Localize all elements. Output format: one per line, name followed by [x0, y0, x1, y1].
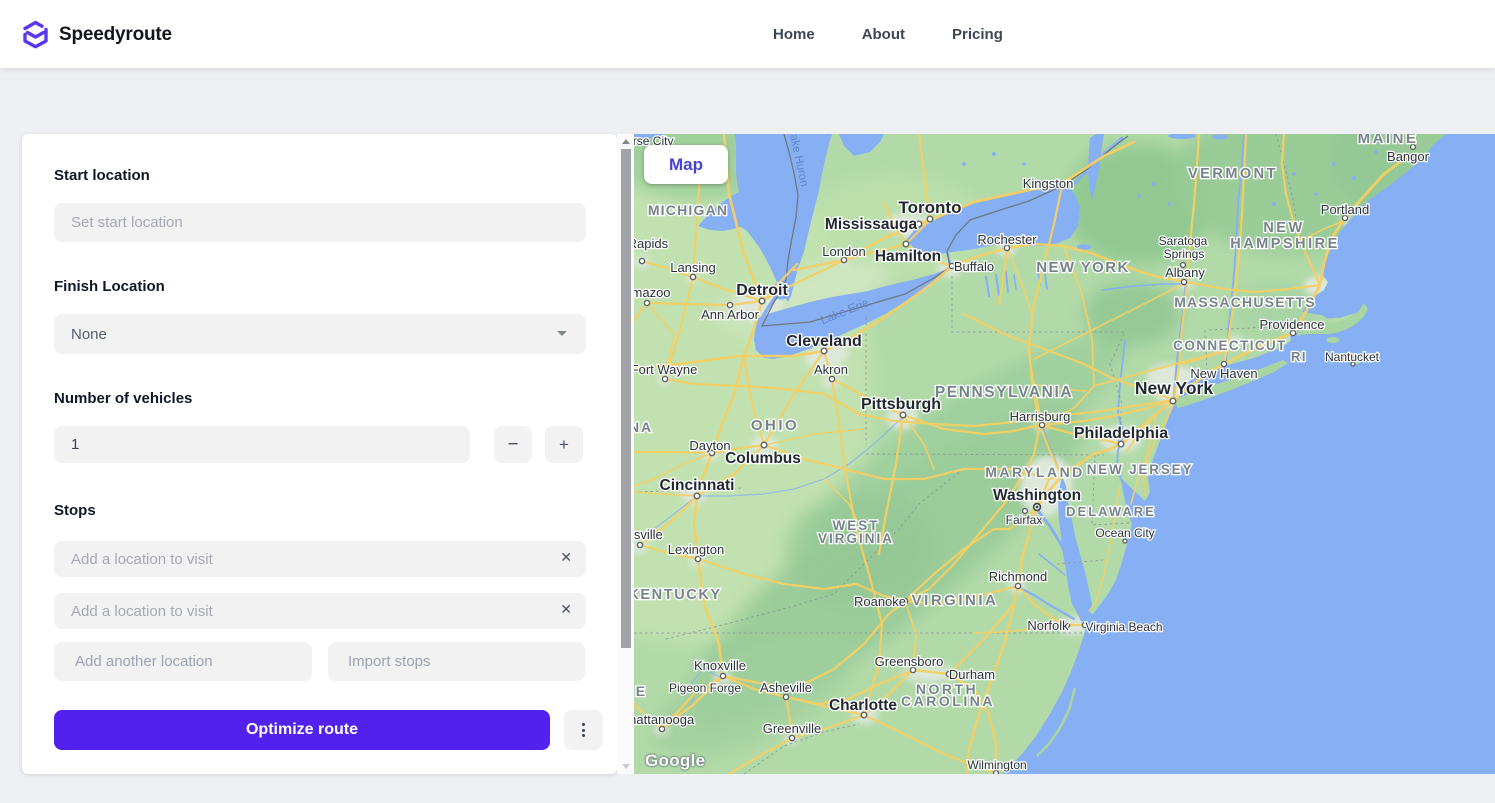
svg-text:CAROLINA: CAROLINA: [901, 693, 995, 709]
svg-text:Pigeon Forge: Pigeon Forge: [669, 681, 741, 695]
svg-text:Portland: Portland: [1321, 202, 1369, 217]
svg-text:Fairfax: Fairfax: [1006, 513, 1043, 527]
svg-text:Durham: Durham: [949, 667, 995, 682]
svg-text:Hamilton: Hamilton: [875, 248, 941, 265]
svg-text:Cincinnati: Cincinnati: [660, 477, 735, 494]
svg-text:VERMONT: VERMONT: [1188, 166, 1278, 182]
svg-text:Knoxville: Knoxville: [694, 658, 746, 673]
svg-text:PENNSYLVANIA: PENNSYLVANIA: [935, 384, 1073, 401]
svg-text:Lexington: Lexington: [668, 542, 724, 557]
svg-text:Kingston: Kingston: [1023, 176, 1074, 191]
svg-text:NEW: NEW: [1263, 220, 1304, 236]
svg-text:Providence: Providence: [1259, 317, 1324, 332]
svg-text:Lansing: Lansing: [670, 260, 716, 275]
svg-text:Norfolk: Norfolk: [1027, 618, 1069, 633]
svg-text:KENTUCKY: KENTUCKY: [634, 587, 722, 603]
svg-text:Chattanooga: Chattanooga: [634, 712, 695, 727]
svg-text:Pittsburgh: Pittsburgh: [861, 396, 941, 413]
svg-text:Albany: Albany: [1165, 265, 1205, 280]
svg-text:Richmond: Richmond: [989, 569, 1048, 584]
svg-text:RI: RI: [1291, 349, 1307, 364]
svg-text:Akron: Akron: [814, 362, 848, 377]
svg-text:MAINE: MAINE: [1358, 134, 1419, 147]
svg-text:Fort Wayne: Fort Wayne: [634, 362, 697, 377]
svg-text:Toronto: Toronto: [899, 198, 962, 217]
svg-text:CONNECTICUT: CONNECTICUT: [1173, 338, 1287, 353]
svg-text:Roanoke: Roanoke: [854, 594, 906, 609]
svg-text:NEW JERSEY: NEW JERSEY: [1087, 462, 1194, 477]
svg-text:Saratoga: Saratoga: [1159, 234, 1208, 248]
svg-text:VIRGINIA: VIRGINIA: [912, 592, 999, 609]
svg-text:London: London: [822, 244, 865, 259]
svg-text:Washington: Washington: [993, 487, 1081, 504]
svg-text:Nantucket: Nantucket: [1325, 350, 1380, 364]
svg-text:Philadelphia: Philadelphia: [1074, 425, 1168, 442]
svg-text:Greenville: Greenville: [763, 721, 822, 736]
svg-text:Greensboro: Greensboro: [875, 654, 944, 669]
svg-text:Ocean City: Ocean City: [1095, 526, 1154, 540]
svg-text:Grand Rapids: Grand Rapids: [634, 236, 669, 251]
svg-text:Rochester: Rochester: [977, 232, 1037, 247]
svg-text:Wilmington: Wilmington: [967, 758, 1026, 772]
svg-text:TENNESSEE: TENNESSEE: [634, 683, 648, 699]
svg-text:Asheville: Asheville: [760, 680, 812, 695]
svg-text:Harrisburg: Harrisburg: [1010, 409, 1071, 424]
svg-text:Kalamazoo: Kalamazoo: [634, 285, 671, 300]
svg-text:OHIO: OHIO: [751, 417, 799, 434]
svg-text:New Haven: New Haven: [1190, 366, 1257, 381]
svg-text:Cleveland: Cleveland: [786, 333, 862, 350]
svg-text:MASSACHUSETTS: MASSACHUSETTS: [1174, 294, 1316, 310]
svg-text:Buffalo: Buffalo: [954, 259, 994, 274]
svg-text:HAMPSHIRE: HAMPSHIRE: [1230, 236, 1340, 252]
svg-text:MARYLAND: MARYLAND: [985, 464, 1085, 480]
svg-text:Detroit: Detroit: [736, 282, 788, 299]
svg-text:Charlotte: Charlotte: [829, 697, 897, 714]
svg-text:Virginia Beach: Virginia Beach: [1085, 620, 1162, 634]
svg-text:Mississauga: Mississauga: [825, 216, 918, 233]
svg-text:NEW YORK: NEW YORK: [1036, 259, 1129, 276]
svg-text:INDIANA: INDIANA: [634, 419, 653, 435]
svg-text:New York: New York: [1135, 378, 1213, 398]
svg-text:Columbus: Columbus: [725, 450, 801, 467]
svg-text:Ann Arbor: Ann Arbor: [701, 307, 759, 322]
svg-text:Bangor: Bangor: [1387, 149, 1430, 164]
svg-text:Louisville: Louisville: [634, 527, 663, 542]
svg-text:Springs: Springs: [1164, 247, 1205, 261]
svg-text:VIRGINIA: VIRGINIA: [818, 531, 894, 546]
svg-text:Dayton: Dayton: [689, 438, 730, 453]
svg-text:DELAWARE: DELAWARE: [1066, 504, 1156, 519]
svg-text:MICHIGAN: MICHIGAN: [648, 202, 728, 218]
